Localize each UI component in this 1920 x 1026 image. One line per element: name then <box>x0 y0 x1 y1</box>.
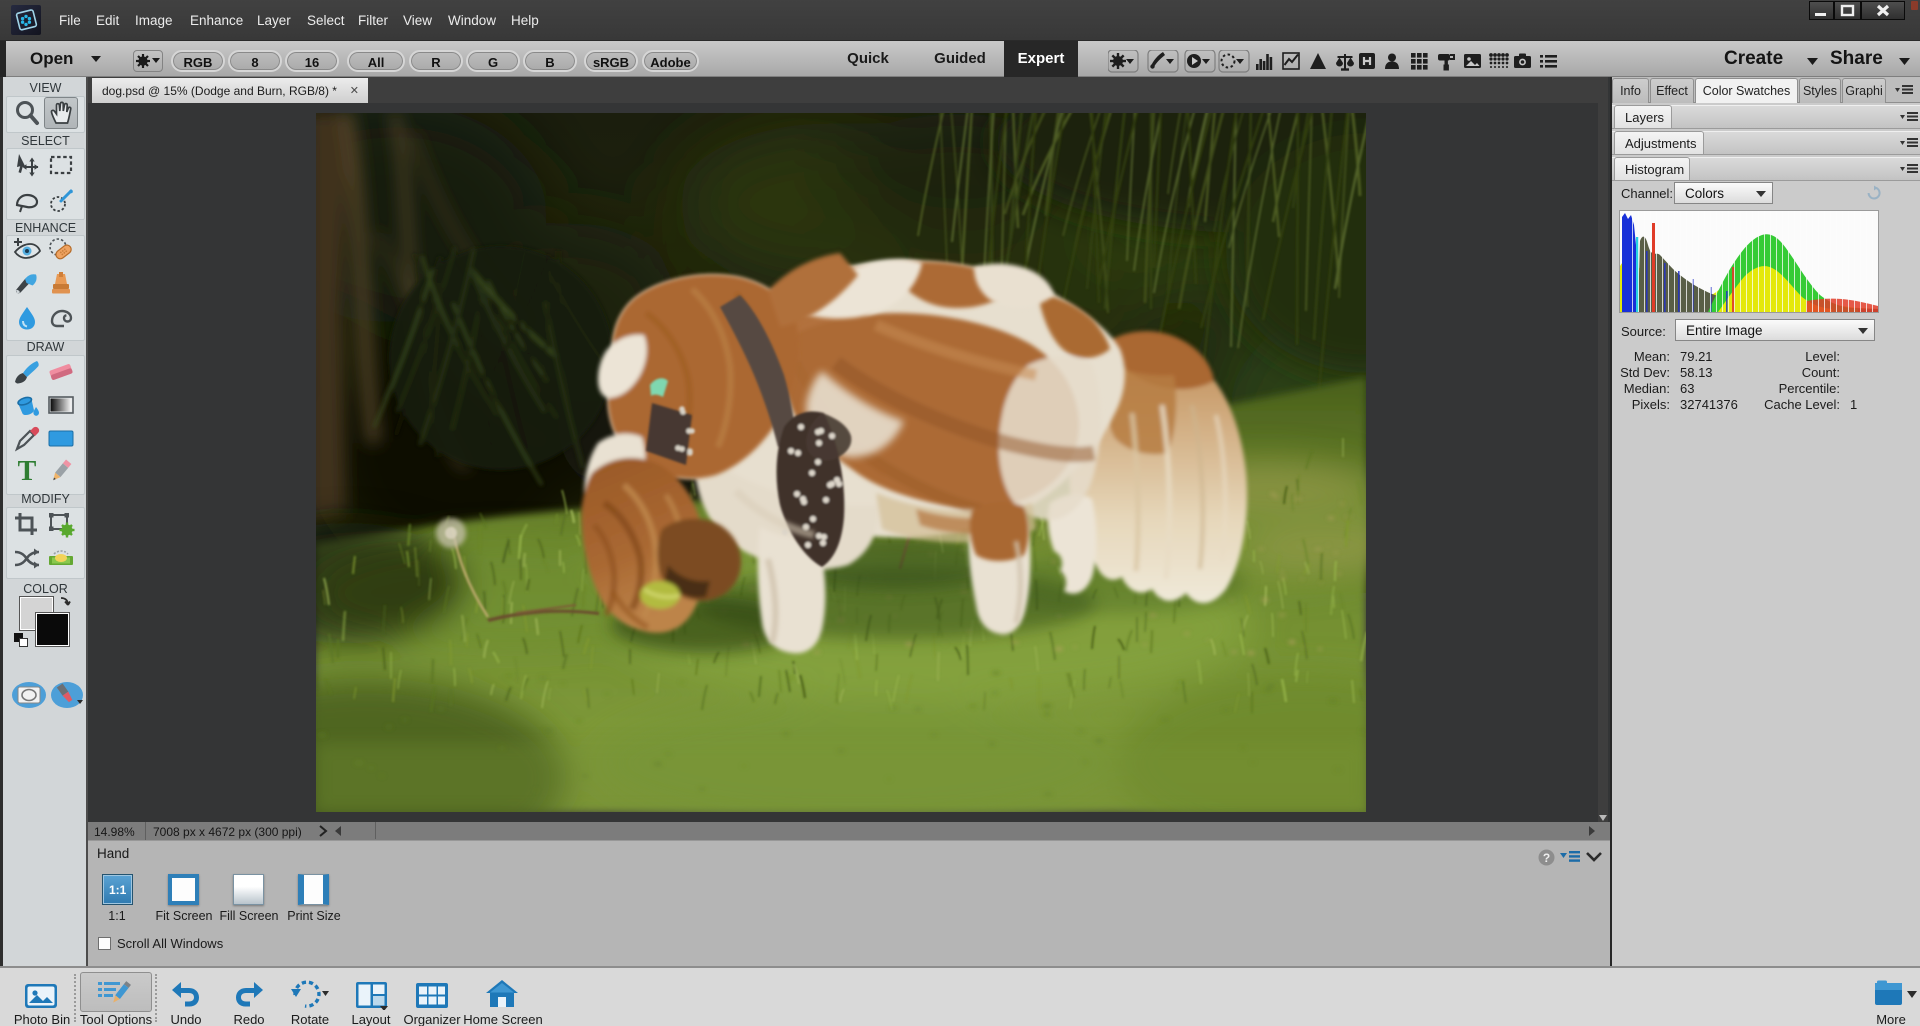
svg-text:?: ? <box>1543 851 1550 865</box>
svg-text:T: T <box>18 456 37 486</box>
